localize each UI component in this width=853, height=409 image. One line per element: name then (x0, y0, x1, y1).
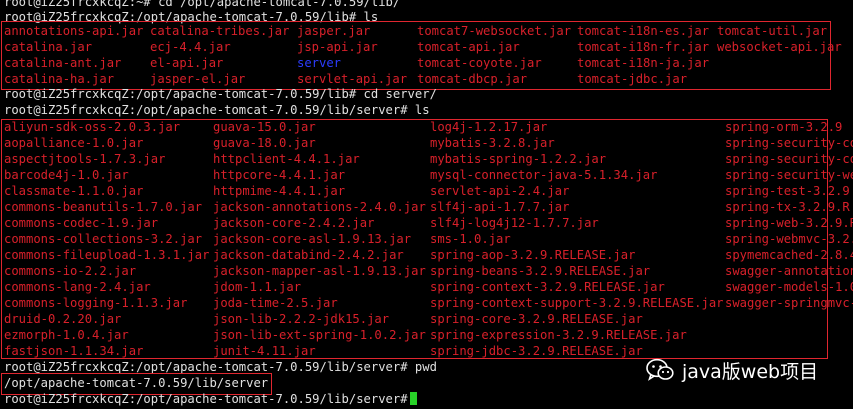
file-entry: druid-0.2.20.jar (4, 312, 122, 326)
watermark-text: java版web项目 (682, 360, 819, 383)
file-entry: annotations-api.jar (4, 24, 144, 38)
file-entry: aspectjtools-1.7.3.jar (4, 152, 166, 166)
file-entry: joda-time-2.5.jar (213, 296, 338, 310)
file-entry: mysql-connector-java-5.1.34.jar (430, 168, 658, 182)
file-entry: jackson-mapper-asl-1.9.13.jar (213, 264, 426, 278)
file-entry: guava-15.0.jar (213, 120, 316, 134)
current-prompt-text: root@iZ25frcxkcqZ:/opt/apache-tomcat-7.0… (4, 392, 408, 406)
prompt-line-ls-server: root@iZ25frcxkcqZ:/opt/apache-tomcat-7.0… (4, 103, 430, 117)
file-entry: jackson-core-asl-1.9.13.jar (213, 232, 412, 246)
file-entry: catalina.jar (4, 40, 93, 54)
file-entry: tomcat-util.jar (717, 24, 828, 38)
file-entry: spring-expression-3.2.9.RELEASE.jar (430, 328, 687, 342)
file-entry: httpclient-4.4.1.jar (213, 152, 360, 166)
file-entry: jackson-databind-2.4.2.jar (213, 248, 404, 262)
file-entry: tomcat-dbcp.jar (417, 72, 528, 86)
file-entry: tomcat-coyote.jar (417, 56, 542, 70)
file-entry: spring-jdbc-3.2.9.RELEASE.jar (430, 344, 643, 358)
file-entry: commons-collections-3.2.jar (4, 232, 203, 246)
file-entry: tomcat-jdbc.jar (577, 72, 688, 86)
file-entry: catalina-tribes.jar (150, 24, 290, 38)
pwd-output: /opt/apache-tomcat-7.0.59/lib/server (4, 376, 269, 390)
terminal-window[interactable]: root@iZ25frcxkcqZ:~# cd /opt/apache-tomc… (0, 0, 853, 409)
file-entry: swagger-annotation (725, 264, 853, 278)
file-entry: slf4j-api-1.7.7.jar (430, 200, 570, 214)
file-entry: slf4j-log4j12-1.7.7.jar (430, 216, 599, 230)
file-entry: sms-1.0.jar (430, 232, 511, 246)
file-entry: catalina-ha.jar (4, 72, 115, 86)
file-entry: commons-codec-1.9.jar (4, 216, 159, 230)
file-entry: el-api.jar (150, 56, 224, 70)
file-entry: catalina-ant.jar (4, 56, 122, 70)
file-entry: spring-orm-3.2.9 (725, 120, 843, 134)
file-entry: jackson-annotations-2.4.0.jar (213, 200, 426, 214)
file-entry: tomcat7-websocket.jar (417, 24, 572, 38)
file-entry: spring-security-co (725, 136, 853, 150)
file-entry: barcode4j-1.0.jar (4, 168, 129, 182)
file-entry: jdom-1.1.jar (213, 280, 302, 294)
file-entry: httpcore-4.4.1.jar (213, 168, 346, 182)
file-entry: servlet-api.jar (297, 72, 408, 86)
file-entry: jsp-api.jar (297, 40, 378, 54)
file-entry: jackson-core-2.4.2.jar (213, 216, 375, 230)
file-entry: servlet-api-2.4.jar (430, 184, 570, 198)
file-entry: tomcat-i18n-es.jar (577, 24, 710, 38)
file-entry: spring-webmvc-3.2. (725, 232, 853, 246)
file-entry: spring-tx-3.2.9.R (725, 200, 850, 214)
file-entry: tomcat-api.jar (417, 40, 520, 54)
file-entry: commons-io-2.2.jar (4, 264, 137, 278)
prompt-line-cd-server: root@iZ25frcxkcqZ:/opt/apache-tomcat-7.0… (4, 87, 437, 101)
file-entry: spring-context-support-3.2.9.RELEASE.jar (430, 296, 724, 310)
watermark: java版web项目 (646, 356, 818, 384)
file-entry: httpmime-4.4.1.jar (213, 184, 346, 198)
terminal-cursor (409, 392, 417, 405)
file-entry: spring-context-3.2.9.RELEASE.jar (430, 280, 665, 294)
file-entry: mybatis-3.2.8.jar (430, 136, 555, 150)
directory-entry: server (297, 56, 342, 70)
file-entry: spring-beans-3.2.9.RELEASE.jar (430, 264, 651, 278)
file-entry: guava-18.0.jar (213, 136, 316, 150)
file-entry: spring-web-3.2.9.R (725, 216, 853, 230)
file-entry: commons-beanutils-1.7.0.jar (4, 200, 203, 214)
file-entry: junit-4.11.jar (213, 344, 316, 358)
file-entry: fastjson-1.1.34.jar (4, 344, 144, 358)
file-entry: tomcat-i18n-ja.jar (577, 56, 710, 70)
file-entry: spring-core-3.2.9.RELEASE.jar (430, 312, 643, 326)
file-entry: jasper-el.jar (150, 72, 246, 86)
file-entry: json-lib-ext-spring-1.0.2.jar (213, 328, 426, 342)
wechat-icon (646, 358, 674, 381)
file-entry: aopalliance-1.0.jar (4, 136, 144, 150)
file-entry: spring-security-co (725, 152, 853, 166)
file-entry: commons-lang-2.4.jar (4, 280, 151, 294)
file-entry: commons-fileupload-1.3.1.jar (4, 248, 210, 262)
file-entry: mybatis-spring-1.2.2.jar (430, 152, 607, 166)
file-entry: tomcat-i18n-fr.jar (577, 40, 710, 54)
file-entry: json-lib-2.2.2-jdk15.jar (213, 312, 390, 326)
file-entry: commons-logging-1.1.3.jar (4, 296, 188, 310)
file-entry: spring-security-we (725, 168, 853, 182)
file-entry: spymemcached-2.8.4 (725, 248, 853, 262)
file-entry: swagger-springmvc- (725, 296, 853, 310)
file-entry: ezmorph-1.0.4.jar (4, 328, 129, 342)
file-entry: classmate-1.1.0.jar (4, 184, 144, 198)
file-entry: spring-aop-3.2.9.RELEASE.jar (430, 248, 636, 262)
file-entry: aliyun-sdk-oss-2.0.3.jar (4, 120, 181, 134)
file-entry: log4j-1.2.17.jar (430, 120, 548, 134)
file-entry: jasper.jar (297, 24, 371, 38)
file-entry: ecj-4.4.jar (150, 40, 231, 54)
file-entry: spring-test-3.2.9 (725, 184, 850, 198)
file-entry: swagger-models-1.0 (725, 280, 853, 294)
prompt-line-current[interactable]: root@iZ25frcxkcqZ:/opt/apache-tomcat-7.0… (4, 391, 417, 407)
file-entry: websocket-api.jar (717, 40, 842, 54)
